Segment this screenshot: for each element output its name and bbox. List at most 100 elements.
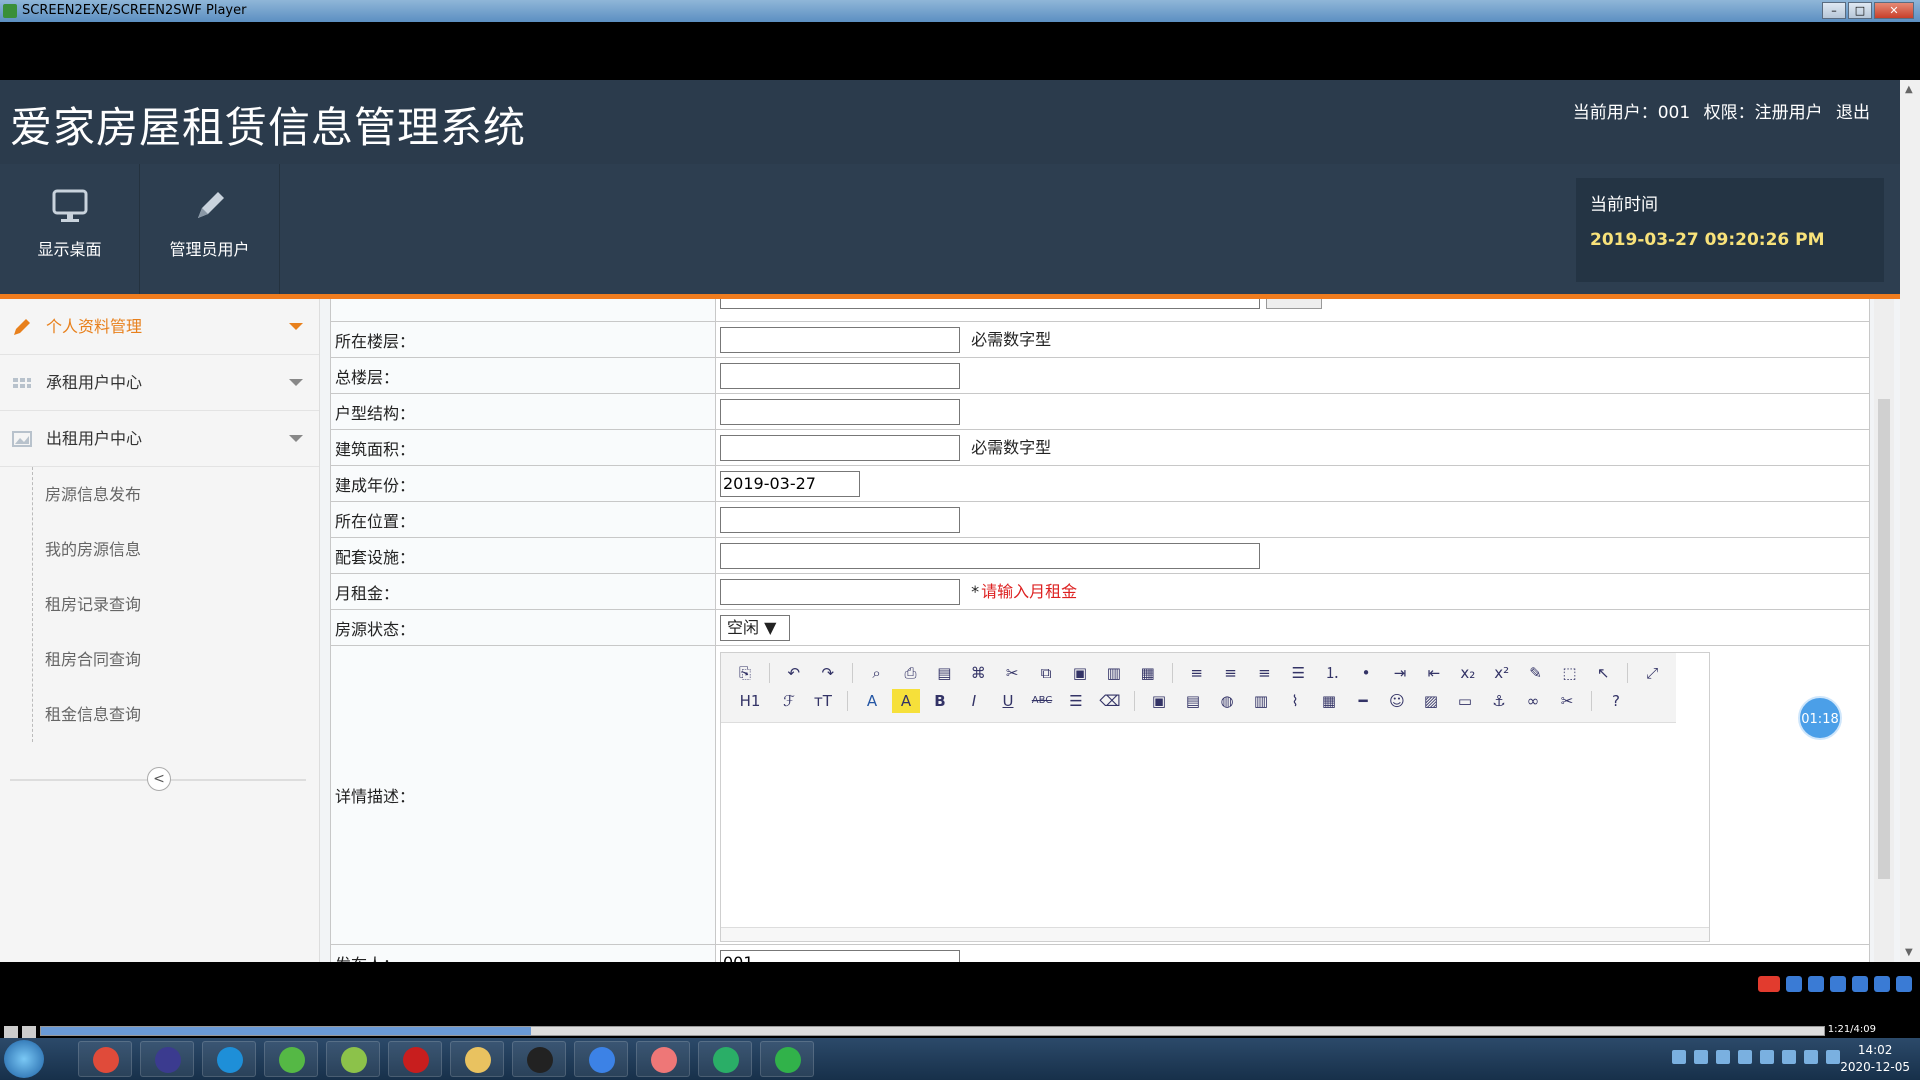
pause-icon[interactable] bbox=[4, 1026, 18, 1038]
close-button[interactable]: ✕ bbox=[1874, 2, 1914, 19]
paste-icon[interactable]: ▣ bbox=[1066, 661, 1094, 685]
minimize-button[interactable]: – bbox=[1822, 2, 1846, 19]
ime-keyboard-icon[interactable] bbox=[1852, 976, 1868, 992]
font-color-button[interactable]: A bbox=[858, 689, 886, 713]
start-button[interactable] bbox=[4, 1040, 44, 1078]
taskbar-wechat[interactable] bbox=[698, 1041, 752, 1077]
eraser-icon[interactable]: ⌫ bbox=[1096, 689, 1124, 713]
volume-icon[interactable] bbox=[1804, 1050, 1818, 1064]
layout-input[interactable] bbox=[720, 398, 960, 425]
cursor-icon[interactable]: ↖ bbox=[1589, 661, 1617, 685]
taskbar-chat[interactable] bbox=[636, 1041, 690, 1077]
total-floors-input[interactable] bbox=[720, 362, 960, 389]
unlink-icon[interactable]: ✂ bbox=[1553, 689, 1581, 713]
tray-icon[interactable] bbox=[1782, 1050, 1796, 1064]
table-icon[interactable]: ▦ bbox=[1315, 689, 1343, 713]
editor-resize-bar[interactable] bbox=[721, 927, 1709, 941]
help-icon[interactable]: ? bbox=[1602, 689, 1630, 713]
tray-icon[interactable] bbox=[1716, 1050, 1730, 1064]
cut-icon[interactable]: ✂ bbox=[998, 661, 1026, 685]
taskbar-explorer[interactable] bbox=[450, 1041, 504, 1077]
taskbar-notes[interactable] bbox=[326, 1041, 380, 1077]
ime-menu-icon[interactable] bbox=[1896, 976, 1912, 992]
tray-icon[interactable] bbox=[1738, 1050, 1752, 1064]
page-scrollbar[interactable]: ▲ ▼ bbox=[1900, 80, 1920, 962]
underline-button[interactable]: U bbox=[994, 689, 1022, 713]
code-icon[interactable]: ⌘ bbox=[964, 661, 992, 685]
stop-icon[interactable] bbox=[22, 1026, 36, 1038]
redo-icon[interactable]: ↷ bbox=[814, 661, 842, 685]
taskbar-chrome[interactable] bbox=[78, 1041, 132, 1077]
font-family-button[interactable]: ℱ bbox=[775, 689, 803, 713]
font-size-button[interactable]: тT bbox=[809, 689, 837, 713]
insert-image-icon[interactable]: ▣ bbox=[1145, 689, 1173, 713]
anchor-icon[interactable]: ⚓ bbox=[1485, 689, 1513, 713]
strikethrough-button[interactable]: ABC bbox=[1028, 689, 1056, 713]
content-scrollbar[interactable] bbox=[1874, 299, 1894, 962]
area-input[interactable] bbox=[720, 434, 960, 461]
logout-link[interactable]: 退出 bbox=[1836, 103, 1870, 123]
link-icon[interactable]: ∞ bbox=[1519, 689, 1547, 713]
print-icon[interactable]: ⎙ bbox=[897, 661, 925, 685]
insert-media-icon[interactable]: ◍ bbox=[1213, 689, 1241, 713]
sidebar-item-contracts[interactable]: 租房合同查询 bbox=[33, 632, 319, 687]
outdent-icon[interactable]: ⇤ bbox=[1420, 661, 1448, 685]
floor-input[interactable] bbox=[720, 326, 960, 353]
insert-flash-icon[interactable]: ▤ bbox=[1179, 689, 1207, 713]
unordered-list-icon[interactable]: • bbox=[1352, 661, 1380, 685]
network-icon[interactable] bbox=[1826, 1050, 1840, 1064]
sogou-ime-icon[interactable] bbox=[1758, 976, 1780, 992]
taskbar-qq[interactable] bbox=[512, 1041, 566, 1077]
italic-button[interactable]: I bbox=[960, 689, 988, 713]
tray-icon[interactable] bbox=[1760, 1050, 1774, 1064]
editor-content-area[interactable] bbox=[721, 723, 1709, 923]
tray-icon[interactable] bbox=[1672, 1050, 1686, 1064]
horizontal-rule-icon[interactable]: ☰ bbox=[1062, 689, 1090, 713]
ime-mode-icon[interactable] bbox=[1786, 976, 1802, 992]
taskbar-clock[interactable]: 14:02 2020-12-05 bbox=[1840, 1042, 1910, 1076]
publisher-input[interactable] bbox=[720, 949, 960, 962]
sidebar-menu-landlord[interactable]: 出租用户中心 bbox=[0, 411, 319, 467]
image-icon[interactable]: ▨ bbox=[1417, 689, 1445, 713]
ime-voice-icon[interactable] bbox=[1830, 976, 1846, 992]
nav-item-admin[interactable]: 管理员用户 bbox=[140, 164, 280, 294]
taskbar-flash[interactable] bbox=[388, 1041, 442, 1077]
nav-item-desktop[interactable]: 显示桌面 bbox=[0, 164, 140, 294]
undo-icon[interactable]: ↶ bbox=[780, 661, 808, 685]
highlight-button[interactable]: A bbox=[892, 689, 920, 713]
preview-icon[interactable]: ⌕ bbox=[863, 661, 891, 685]
attachment-icon[interactable]: ⌇ bbox=[1281, 689, 1309, 713]
collapse-sidebar-button[interactable]: < bbox=[147, 767, 171, 791]
source-icon[interactable]: ⎘ bbox=[731, 661, 759, 685]
location-input[interactable] bbox=[720, 506, 960, 533]
taskbar-player[interactable] bbox=[760, 1041, 814, 1077]
sidebar-menu-tenant[interactable]: 承租用户中心 bbox=[0, 355, 319, 411]
bold-button[interactable]: B bbox=[926, 689, 954, 713]
taskbar-app[interactable] bbox=[264, 1041, 318, 1077]
insert-file-icon[interactable]: ▥ bbox=[1247, 689, 1275, 713]
template-icon[interactable]: ▤ bbox=[930, 661, 958, 685]
align-left-icon[interactable]: ≡ bbox=[1183, 661, 1211, 685]
fullscreen-icon[interactable]: ⤢ bbox=[1638, 661, 1666, 685]
status-select[interactable]: 空闲 ▼ bbox=[720, 614, 790, 641]
taskbar-eclipse[interactable] bbox=[140, 1041, 194, 1077]
justify-icon[interactable]: ☰ bbox=[1284, 661, 1312, 685]
indent-icon[interactable]: ⇥ bbox=[1386, 661, 1414, 685]
align-right-icon[interactable]: ≡ bbox=[1250, 661, 1278, 685]
copy-icon[interactable]: ⧉ bbox=[1032, 661, 1060, 685]
taskbar-baidu[interactable] bbox=[574, 1041, 628, 1077]
taskbar-browser[interactable] bbox=[202, 1041, 256, 1077]
upload-button[interactable] bbox=[1266, 299, 1322, 309]
sidebar-item-my-listings[interactable]: 我的房源信息 bbox=[33, 522, 319, 577]
playback-progress[interactable] bbox=[40, 1026, 1825, 1036]
sidebar-menu-profile[interactable]: 个人资料管理 bbox=[0, 299, 319, 355]
hr-icon[interactable]: ━ bbox=[1349, 689, 1377, 713]
paste-word-icon[interactable]: ▦ bbox=[1134, 661, 1162, 685]
ordered-list-icon[interactable]: ⒈ bbox=[1318, 661, 1346, 685]
facilities-input[interactable] bbox=[720, 542, 1260, 569]
align-center-icon[interactable]: ≡ bbox=[1217, 661, 1245, 685]
pagebreak-icon[interactable]: ▭ bbox=[1451, 689, 1479, 713]
sidebar-item-rent-records[interactable]: 租房记录查询 bbox=[33, 577, 319, 632]
subscript-icon[interactable]: x₂ bbox=[1454, 661, 1482, 685]
tray-icon[interactable] bbox=[1694, 1050, 1708, 1064]
